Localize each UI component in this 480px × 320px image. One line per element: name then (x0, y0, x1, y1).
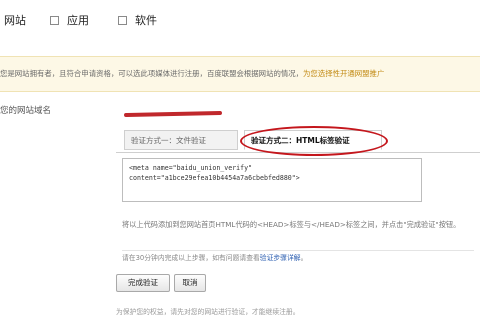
notice-banner: 您是网站拥有者，且符合申请资格，可以选此项媒体进行注册，百度联盟会根据网站的情况… (0, 56, 480, 92)
verification-tabs: 验证方式一：文件验证 验证方式二：HTML标签验证 (116, 126, 480, 156)
time-limit-note: 请在30分钟内完成以上步骤，如有问题请查看验证步骤详解。 (122, 252, 307, 262)
site-type-label: 软件 (135, 14, 157, 27)
verification-panel: 验证方式一：文件验证 验证方式二：HTML标签验证 <meta name="ba… (116, 124, 480, 302)
checkbox-icon[interactable] (50, 15, 59, 25)
site-type-software[interactable]: 软件 (118, 12, 157, 28)
code-line: <meta name="baidu_union_verify" (129, 164, 253, 172)
footer-note: 为保护您的权益，请先对您的网站进行验证，才能继续注册。 (116, 308, 300, 316)
site-type-label: 网站 (4, 14, 26, 27)
instruction-text: 将以上代码添加到您网站首页HTML代码的<HEAD>标签与</HEAD>标签之间… (122, 220, 461, 229)
site-type-bar: 网站 应用 软件 (0, 0, 480, 40)
time-note-suffix: 。 (300, 254, 308, 262)
tab-file-verification[interactable]: 验证方式一：文件验证 (124, 130, 238, 150)
verification-help-link[interactable]: 验证步骤详解 (260, 254, 301, 262)
code-line: content="a1bce29efea10b4454a7a6cbebfed88… (129, 174, 300, 182)
redaction-mark (123, 110, 223, 118)
notice-text: 您是网站拥有者，且符合申请资格，可以选此项媒体进行注册，百度联盟会根据网站的情况… (0, 69, 304, 78)
site-type-website[interactable]: 网站 (4, 12, 26, 28)
domain-label: 您的网站域名 (0, 106, 52, 116)
time-note-prefix: 请在30分钟内完成以上步骤，如有问题请查看 (122, 254, 260, 262)
tab-label: 验证方式一：文件验证 (131, 136, 206, 145)
complete-verification-button[interactable]: 完成验证 (116, 274, 170, 292)
site-type-label: 应用 (67, 14, 89, 27)
annotation-circle (240, 126, 388, 156)
site-type-app[interactable]: 应用 (50, 12, 89, 28)
verification-code-box[interactable]: <meta name="baidu_union_verify" content=… (122, 158, 422, 202)
divider (122, 250, 474, 251)
checkbox-icon[interactable] (118, 15, 127, 25)
notice-highlight: 为您选择性开通网盟推广 (303, 69, 385, 78)
cancel-button[interactable]: 取消 (174, 274, 206, 292)
